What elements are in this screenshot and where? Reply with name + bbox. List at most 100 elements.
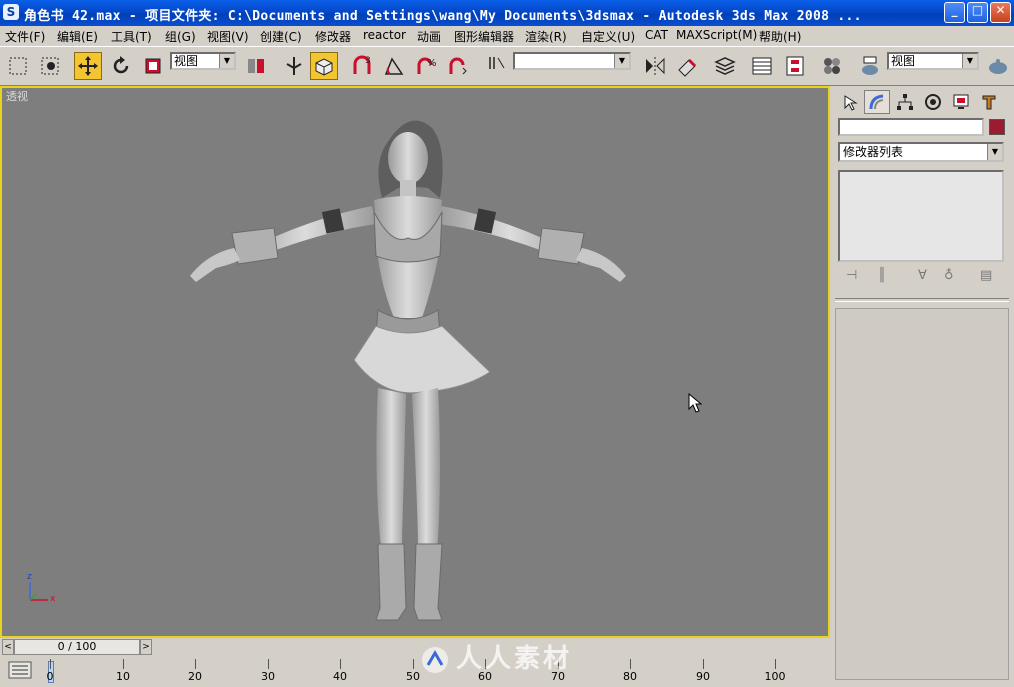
chevron-down-icon: ▼ <box>219 54 234 68</box>
panel-divider <box>835 298 1009 302</box>
pivot-center-icon[interactable] <box>242 52 270 80</box>
axis-tripod: z x <box>20 572 70 621</box>
chevron-down-icon: ▼ <box>987 144 1002 160</box>
align-icon[interactable] <box>673 52 701 80</box>
snap-toggle-icon[interactable]: 3 <box>348 52 376 80</box>
select-object-icon[interactable] <box>4 52 32 80</box>
app-icon[interactable]: S <box>3 4 19 20</box>
menu-group[interactable]: 组(G) <box>165 28 196 45</box>
mini-curve-editor-icon[interactable] <box>8 661 32 679</box>
mirror-icon[interactable] <box>641 52 669 80</box>
chevron-down-icon: ▼ <box>614 54 629 68</box>
spinner-snap-icon[interactable] <box>444 52 472 80</box>
close-button[interactable]: ✕ <box>990 2 1011 23</box>
render-setup-icon[interactable] <box>856 52 884 80</box>
menu-file[interactable]: 文件(F) <box>5 28 45 45</box>
edit-named-selection-icon[interactable] <box>482 52 510 80</box>
tick-mark <box>50 659 51 669</box>
chevron-down-icon: ▼ <box>962 54 977 68</box>
layer-manager-icon[interactable] <box>711 52 739 80</box>
quick-render-icon[interactable] <box>984 52 1012 80</box>
configure-modifier-sets-icon[interactable]: ▤ <box>980 268 992 283</box>
tick-mark <box>123 659 124 669</box>
maximize-button[interactable]: □ <box>967 2 988 23</box>
character-model <box>190 120 626 621</box>
track-bar[interactable]: 0 10 20 30 40 50 60 70 80 90 100 <box>0 657 830 687</box>
perspective-viewport[interactable]: 透视 z x <box>0 86 830 638</box>
title-bar: S 角色书 42.max - 项目文件夹: C:\Documents and S… <box>0 0 1014 26</box>
menu-maxscript[interactable]: MAXScript(M) <box>676 28 757 42</box>
frame-tick-label: 10 <box>116 670 130 683</box>
svg-text:%: % <box>427 58 437 69</box>
stack-buttons: ⊣ ║ ∀ ♁ ▤ <box>838 268 1004 288</box>
tab-display-icon[interactable] <box>948 90 974 114</box>
render-view-dropdown[interactable]: 视图 ▼ <box>887 52 979 70</box>
tick-mark <box>775 659 776 669</box>
time-slider-prev-button[interactable]: < <box>2 639 14 655</box>
material-editor-icon[interactable] <box>818 52 846 80</box>
select-and-move-icon[interactable] <box>74 52 102 80</box>
select-region-icon[interactable] <box>36 52 64 80</box>
tick-mark <box>703 659 704 669</box>
percent-snap-icon[interactable]: % <box>412 52 440 80</box>
tick-mark <box>630 659 631 669</box>
tick-mark <box>340 659 341 669</box>
frame-tick-label: 0 <box>46 670 54 683</box>
tab-utilities-icon[interactable] <box>976 90 1002 114</box>
watermark: 人人素材 <box>420 638 572 675</box>
show-end-result-icon[interactable]: ║ <box>878 268 886 283</box>
render-view-value: 视图 <box>891 54 916 68</box>
menu-views[interactable]: 视图(V) <box>207 28 249 45</box>
menu-rendering[interactable]: 渲染(R) <box>525 28 567 45</box>
menu-animation[interactable]: 动画 <box>417 28 441 45</box>
watermark-text: 人人素材 <box>456 644 573 674</box>
svg-text:3: 3 <box>365 56 371 66</box>
menu-bar: 文件(F) 编辑(E) 工具(T) 组(G) 视图(V) 创建(C) 修改器 r… <box>0 26 1014 47</box>
command-panel: 修改器列表 ▼ ⊣ ║ ∀ ♁ ▤ <box>832 86 1014 687</box>
make-unique-icon[interactable]: ∀ <box>918 268 927 283</box>
tab-modify-icon[interactable] <box>864 90 890 114</box>
tick-mark <box>413 659 414 669</box>
modifier-list-label: 修改器列表 <box>843 145 904 159</box>
menu-help[interactable]: 帮助(H) <box>759 28 801 45</box>
time-slider-next-button[interactable]: > <box>140 639 152 655</box>
tick-mark <box>268 659 269 669</box>
object-name-field[interactable] <box>838 118 984 136</box>
menu-reactor[interactable]: reactor <box>363 28 406 42</box>
frame-tick-label: 20 <box>188 670 202 683</box>
select-and-rotate-icon[interactable] <box>107 52 135 80</box>
pin-stack-icon[interactable]: ⊣ <box>846 268 857 283</box>
keyboard-shortcut-override-icon[interactable] <box>310 52 338 80</box>
axis-z-label: z <box>27 572 32 582</box>
select-and-scale-icon[interactable] <box>139 52 167 80</box>
tab-create-icon[interactable] <box>838 90 864 114</box>
main-toolbar: 视图 ▼ 3 % ▼ 视图 ▼ <box>0 47 1014 86</box>
tab-motion-icon[interactable] <box>920 90 946 114</box>
menu-create[interactable]: 创建(C) <box>260 28 302 45</box>
angle-snap-icon[interactable] <box>380 52 408 80</box>
frame-tick-label: 100 <box>764 670 786 683</box>
object-color-swatch[interactable] <box>989 119 1005 135</box>
tab-hierarchy-icon[interactable] <box>892 90 918 114</box>
menu-modifiers[interactable]: 修改器 <box>315 28 351 45</box>
time-slider-thumb[interactable]: 0 / 100 <box>14 639 140 655</box>
menu-edit[interactable]: 编辑(E) <box>57 28 98 45</box>
select-and-manipulate-icon[interactable] <box>280 52 308 80</box>
window-title: 角色书 42.max - 项目文件夹: C:\Documents and Set… <box>24 9 862 24</box>
axis-tripod-icon <box>29 582 48 601</box>
frame-tick-label: 90 <box>696 670 710 683</box>
named-selection-dropdown[interactable]: ▼ <box>513 52 631 70</box>
remove-modifier-icon[interactable]: ♁ <box>944 268 954 283</box>
schematic-view-icon[interactable] <box>781 52 809 80</box>
reference-coordinate-dropdown[interactable]: 视图 ▼ <box>170 52 236 70</box>
reference-coordinate-value: 视图 <box>174 54 199 68</box>
curve-editor-icon[interactable] <box>748 52 776 80</box>
menu-graph-editors[interactable]: 图形编辑器 <box>454 28 514 45</box>
axis-x-label: x <box>50 594 56 604</box>
minimize-button[interactable]: _ <box>944 2 965 23</box>
menu-tools[interactable]: 工具(T) <box>111 28 152 45</box>
menu-customize[interactable]: 自定义(U) <box>581 28 635 45</box>
menu-cat[interactable]: CAT <box>645 28 668 42</box>
modifier-list-dropdown[interactable]: 修改器列表 ▼ <box>838 142 1004 162</box>
modifier-stack-view[interactable] <box>838 170 1004 262</box>
